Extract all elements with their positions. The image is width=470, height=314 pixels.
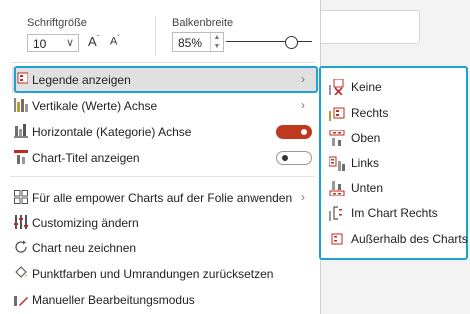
legend-left-icon: [328, 155, 345, 171]
menu-item-label: Chart-Titel anzeigen: [32, 151, 140, 165]
legend-position-submenu: Keine Rechts Oben Links Unten Im Chart R…: [319, 66, 468, 260]
legend-bottom-icon: [329, 180, 345, 197]
menu-item-label: Vertikale (Werte) Achse: [32, 99, 158, 113]
menu-item-customizing[interactable]: Customizing ändern: [12, 210, 317, 236]
font-size-combobox[interactable]: 10 ∨: [27, 34, 79, 52]
submenu-item-label: Außerhalb des Charts: [351, 232, 468, 246]
menu-item-vertical-axis[interactable]: Vertikale (Werte) Achse ›: [12, 93, 317, 119]
legend-top-icon: [329, 129, 345, 146]
submenu-item-label: Im Chart Rechts: [351, 206, 438, 220]
font-size-label: Schriftgröße: [27, 17, 87, 29]
legend-option-outside-chart[interactable]: Außerhalb des Charts: [329, 227, 468, 251]
chevron-right-icon: ›: [301, 98, 305, 112]
toolbar-divider: [155, 17, 156, 55]
document-textbox: [312, 10, 420, 44]
menu-item-label: Für alle empower Charts auf der Folie an…: [32, 191, 293, 205]
bar-width-spinner[interactable]: 85% ▲ ▼: [172, 32, 224, 52]
legend-option-right[interactable]: Rechts: [329, 101, 464, 125]
decrease-font-size-button[interactable]: Aˇ: [110, 35, 120, 48]
grid-icon: [14, 190, 28, 204]
chart-title-icon: [14, 150, 28, 164]
paint-bucket-icon: [14, 266, 28, 280]
menu-item-manual-edit[interactable]: Manueller Bearbeitungsmodus: [12, 287, 317, 313]
bar-chart-icon: [14, 124, 28, 138]
sliders-icon: [14, 215, 28, 229]
menu-item-horizontal-axis[interactable]: Horizontale (Kategorie) Achse: [12, 119, 317, 145]
legend-right-icon: [329, 105, 345, 121]
legend-option-none[interactable]: Keine: [329, 75, 464, 99]
legend-option-in-chart-right[interactable]: Im Chart Rechts: [329, 201, 464, 225]
legend-outside-icon: [329, 231, 345, 247]
chevron-right-icon: ›: [301, 190, 305, 204]
submenu-item-label: Unten: [351, 181, 384, 195]
menu-divider: [10, 176, 315, 177]
menu-divider: [10, 62, 315, 63]
menu-item-apply-all[interactable]: Für alle empower Charts auf der Folie an…: [12, 185, 317, 211]
chevron-down-icon[interactable]: ∨: [66, 36, 74, 49]
submenu-item-label: Oben: [351, 131, 381, 145]
submenu-item-label: Links: [351, 156, 380, 170]
spin-up-icon[interactable]: ▲: [211, 33, 223, 42]
menu-item-label: Punktfarben und Umrandungen zurücksetzen: [32, 267, 274, 281]
legend-option-top[interactable]: Oben: [329, 126, 464, 150]
menu-item-redraw[interactable]: Chart neu zeichnen: [12, 235, 317, 261]
submenu-item-label: Keine: [351, 80, 382, 94]
bar-width-label: Balkenbreite: [172, 17, 234, 29]
menu-item-label: Manueller Bearbeitungsmodus: [32, 293, 195, 307]
legend-option-left[interactable]: Links: [328, 151, 464, 175]
toggle-knob: [301, 129, 307, 135]
increase-font-size-button[interactable]: Aˆ: [88, 34, 99, 49]
spin-down-icon[interactable]: ▼: [211, 42, 223, 51]
pencil-chart-icon: [14, 292, 28, 306]
submenu-item-label: Rechts: [351, 106, 389, 120]
toggle-knob: [282, 155, 288, 161]
bar-width-slider-thumb[interactable]: [285, 36, 298, 49]
menu-item-label: Horizontale (Kategorie) Achse: [32, 125, 192, 139]
font-size-value: 10: [33, 37, 47, 51]
legend-none-icon: [329, 78, 345, 96]
bar-width-slider-track[interactable]: [226, 41, 312, 42]
legend-option-bottom[interactable]: Unten: [329, 176, 464, 200]
menu-item-reset-colors[interactable]: Punktfarben und Umrandungen zurücksetzen: [12, 261, 317, 287]
legend-in-chart-icon: [329, 205, 345, 221]
menu-item-show-chart-title[interactable]: Chart-Titel anzeigen: [12, 145, 317, 171]
chart-title-toggle[interactable]: [276, 151, 312, 165]
spinner-buttons[interactable]: ▲ ▼: [210, 33, 223, 51]
bar-width-value: 85%: [178, 36, 203, 50]
highlight-frame: [14, 66, 318, 93]
bar-chart-icon: [14, 98, 28, 112]
chart-context-menu: Schriftgröße 10 ∨ Aˆ Aˇ Balkenbreite 85%…: [0, 0, 321, 314]
refresh-icon: [14, 240, 28, 254]
menu-item-label: Chart neu zeichnen: [32, 241, 137, 255]
horizontal-axis-toggle[interactable]: [276, 125, 312, 139]
menu-item-label: Customizing ändern: [32, 216, 139, 230]
